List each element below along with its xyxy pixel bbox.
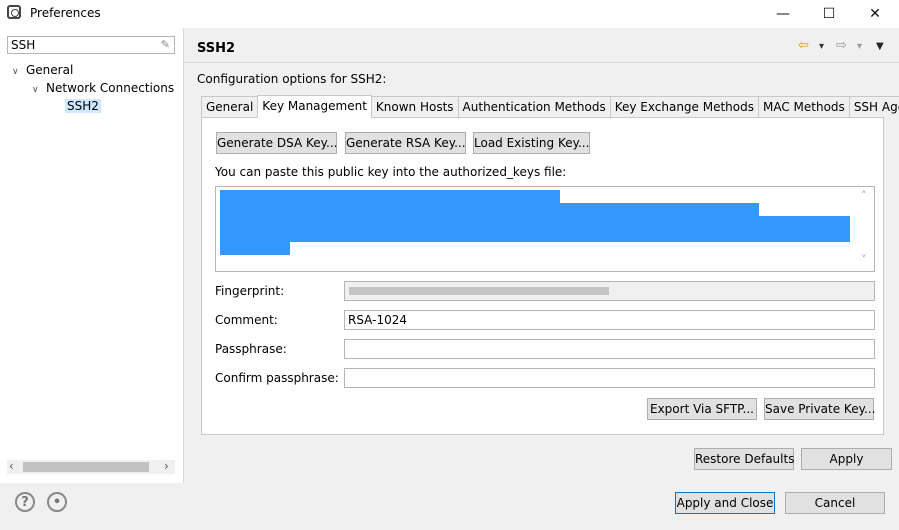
scroll-down-icon[interactable]: ˅ [861, 253, 867, 266]
tree-item-label: SSH2 [65, 99, 101, 113]
tab-bar: General Key Management Known Hosts Authe… [201, 95, 899, 118]
generate-rsa-key-button[interactable]: Generate RSA Key... [345, 132, 466, 154]
tab-mac-methods[interactable]: MAC Methods [758, 96, 850, 117]
selected-key-text [220, 216, 850, 229]
clear-filter-icon[interactable]: ✎ [161, 38, 170, 51]
load-existing-key-button[interactable]: Load Existing Key... [473, 132, 590, 154]
tree-item-label: General [26, 63, 74, 77]
comment-field[interactable]: RSA-1024 [344, 310, 875, 330]
confirm-passphrase-field[interactable] [344, 368, 875, 388]
textarea-vertical-scrollbar[interactable]: ˄ ˅ [857, 187, 874, 271]
tab-ssh-agent[interactable]: SSH Agent [848, 96, 899, 117]
selected-key-text [220, 203, 759, 216]
tab-known-hosts[interactable]: Known Hosts [370, 96, 459, 117]
app-icon [7, 5, 21, 19]
tree-item-ssh2[interactable]: SSH2 [65, 97, 101, 115]
config-description: Configuration options for SSH2: [197, 72, 387, 86]
chevron-down-icon[interactable]: ∨ [12, 63, 26, 81]
export-via-sftp-button[interactable]: Export Via SFTP... [647, 398, 757, 420]
selected-key-text [220, 190, 560, 203]
cancel-button[interactable]: Cancel [785, 492, 885, 514]
public-key-textarea[interactable]: ˄ ˅ [215, 186, 875, 272]
tab-general[interactable]: General [201, 96, 259, 117]
tab-key-exchange-methods[interactable]: Key Exchange Methods [609, 96, 759, 117]
passphrase-field[interactable] [344, 339, 875, 359]
confirm-passphrase-label: Confirm passphrase: [215, 371, 339, 385]
chevron-down-icon[interactable]: ∨ [32, 81, 46, 99]
tree-item-general[interactable]: ∨ General [12, 61, 73, 79]
passphrase-label: Passphrase: [215, 342, 287, 356]
view-menu-icon[interactable]: ▼ [876, 41, 884, 52]
scroll-left-icon[interactable]: ‹ [9, 459, 14, 473]
apply-button[interactable]: Apply [801, 448, 892, 470]
fingerprint-label: Fingerprint: [215, 284, 285, 298]
forward-arrow-icon[interactable]: ⇨ [836, 38, 847, 53]
close-button[interactable]: ✕ [852, 0, 898, 28]
import-export-icon[interactable]: • [47, 492, 67, 512]
apply-and-close-button[interactable]: Apply and Close [675, 492, 775, 514]
restore-defaults-button[interactable]: Restore Defaults [694, 448, 794, 470]
back-arrow-icon[interactable]: ⇦ [798, 38, 809, 53]
header-divider [184, 62, 899, 63]
filter-input[interactable] [8, 37, 154, 53]
scroll-right-icon[interactable]: › [164, 459, 169, 473]
public-key-hint: You can paste this public key into the a… [215, 165, 567, 179]
tree-item-network-connections[interactable]: ∨ Network Connections [32, 79, 174, 97]
tree-horizontal-scrollbar[interactable]: ‹ › [7, 459, 175, 474]
scroll-up-icon[interactable]: ˄ [861, 189, 867, 202]
forward-menu-icon[interactable]: ▾ [857, 41, 862, 52]
maximize-button[interactable]: ☐ [806, 0, 852, 28]
tree-item-label: Network Connections [46, 81, 175, 95]
tab-authentication-methods[interactable]: Authentication Methods [457, 96, 611, 117]
help-icon[interactable]: ? [15, 492, 35, 512]
comment-label: Comment: [215, 313, 278, 327]
save-private-key-button[interactable]: Save Private Key... [764, 398, 875, 420]
page-title: SSH2 [197, 41, 236, 56]
title-bar: Preferences — ☐ ✕ [0, 0, 899, 28]
blurred-fingerprint [349, 287, 609, 295]
selected-key-text [220, 242, 290, 255]
scrollbar-thumb[interactable] [23, 462, 149, 472]
selected-key-text [220, 229, 850, 242]
generate-dsa-key-button[interactable]: Generate DSA Key... [216, 132, 337, 154]
minimize-button[interactable]: — [760, 0, 806, 28]
filter-field[interactable]: ✎ [7, 36, 175, 54]
tab-key-management[interactable]: Key Management [257, 95, 372, 118]
fingerprint-field [344, 281, 875, 301]
window-title: Preferences [30, 6, 101, 20]
back-menu-icon[interactable]: ▾ [819, 41, 824, 52]
